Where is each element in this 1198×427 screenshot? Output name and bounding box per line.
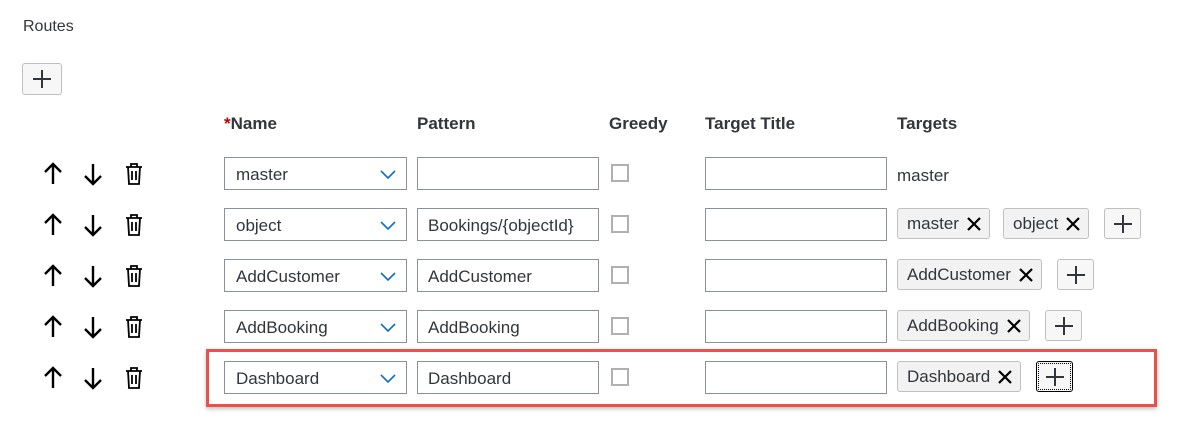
- chevron-down-icon[interactable]: [380, 323, 396, 333]
- pattern-input[interactable]: AddBooking: [417, 310, 599, 343]
- trash-icon[interactable]: [122, 213, 146, 237]
- target-token: master: [897, 208, 990, 239]
- route-name-value: object: [236, 216, 282, 235]
- add-route-button[interactable]: [22, 63, 62, 95]
- route-row: AddCustomer AddCustomer AddCustomer: [0, 259, 1198, 293]
- route-row: master master: [0, 157, 1198, 191]
- target-title-input[interactable]: [705, 259, 887, 292]
- chevron-down-icon[interactable]: [380, 221, 396, 231]
- greedy-checkbox[interactable]: [611, 317, 629, 335]
- route-name-value: AddCustomer: [236, 267, 340, 286]
- arrow-up-icon[interactable]: [41, 264, 65, 288]
- pattern-input[interactable]: Bookings/{objectId}: [417, 208, 599, 241]
- arrow-up-icon[interactable]: [41, 162, 65, 186]
- routes-section-title: Routes: [23, 18, 74, 35]
- target-title-input[interactable]: [705, 157, 887, 190]
- route-row: AddBooking AddBooking AddBooking: [0, 310, 1198, 344]
- plus-icon: [1054, 316, 1073, 335]
- greedy-checkbox[interactable]: [611, 215, 629, 233]
- close-icon[interactable]: [1066, 216, 1081, 231]
- add-target-button[interactable]: [1045, 310, 1082, 341]
- column-header-greedy: Greedy: [609, 114, 668, 133]
- close-icon[interactable]: [967, 216, 981, 231]
- route-name-value: master: [236, 165, 288, 184]
- chevron-down-icon[interactable]: [380, 272, 396, 282]
- add-target-button[interactable]: [1104, 208, 1141, 239]
- route-name-combobox[interactable]: AddBooking: [224, 310, 407, 343]
- add-target-button[interactable]: [1057, 259, 1094, 290]
- close-icon[interactable]: [1006, 318, 1021, 333]
- plus-icon: [1066, 265, 1085, 284]
- plus-icon: [1113, 214, 1132, 233]
- route-row: object Bookings/{objectId} master object: [0, 208, 1198, 242]
- arrow-down-icon[interactable]: [81, 264, 105, 288]
- arrow-up-icon[interactable]: [41, 366, 65, 390]
- pattern-input[interactable]: [417, 157, 599, 190]
- column-header-pattern: Pattern: [417, 114, 476, 133]
- column-header-name: *Name: [224, 114, 277, 133]
- column-header-targets: Targets: [897, 114, 958, 133]
- route-name-combobox[interactable]: master: [224, 157, 407, 190]
- column-header-target-title: Target Title: [705, 114, 796, 133]
- arrow-down-icon[interactable]: [81, 366, 105, 390]
- trash-icon[interactable]: [122, 315, 146, 339]
- route-name-combobox[interactable]: AddCustomer: [224, 259, 407, 292]
- target-token: AddCustomer: [897, 259, 1042, 290]
- trash-icon[interactable]: [122, 366, 146, 390]
- greedy-checkbox[interactable]: [611, 266, 629, 284]
- greedy-checkbox[interactable]: [611, 164, 629, 182]
- chevron-down-icon[interactable]: [380, 170, 396, 180]
- route-name-combobox[interactable]: object: [224, 208, 407, 241]
- close-icon[interactable]: [1019, 267, 1033, 282]
- target-token: object: [1003, 208, 1090, 239]
- highlight-box: [206, 349, 1157, 407]
- trash-icon[interactable]: [122, 264, 146, 288]
- route-name-value: AddBooking: [236, 318, 328, 337]
- target-token: AddBooking: [897, 310, 1030, 341]
- arrow-up-icon[interactable]: [41, 213, 65, 237]
- plus-icon: [33, 70, 51, 88]
- target-title-input[interactable]: [705, 310, 887, 343]
- arrow-up-icon[interactable]: [41, 315, 65, 339]
- arrow-down-icon[interactable]: [81, 213, 105, 237]
- targets-text: master: [897, 166, 949, 185]
- arrow-down-icon[interactable]: [81, 315, 105, 339]
- arrow-down-icon[interactable]: [81, 162, 105, 186]
- pattern-input[interactable]: AddCustomer: [417, 259, 599, 292]
- trash-icon[interactable]: [122, 162, 146, 186]
- target-title-input[interactable]: [705, 208, 887, 241]
- required-marker: *: [224, 114, 231, 133]
